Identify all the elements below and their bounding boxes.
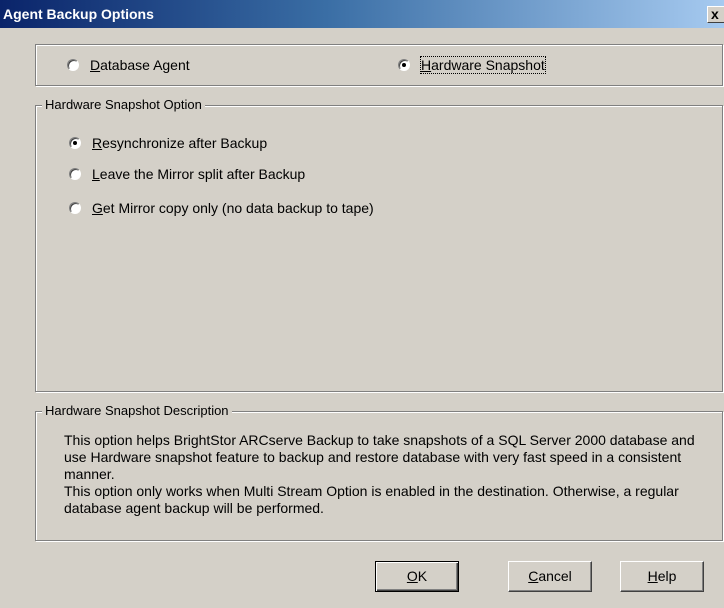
leave-mirror-split-label: Leave the Mirror split after Backup <box>92 166 306 182</box>
hardware-snapshot-description-group: Hardware Snapshot Description This optio… <box>35 403 723 541</box>
help-button[interactable]: Help <box>620 561 704 592</box>
description-paragraph-2: This option only works when Multi Stream… <box>64 483 679 516</box>
radio-selected-dot <box>402 63 406 67</box>
hardware-snapshot-description-legend: Hardware Snapshot Description <box>42 403 232 418</box>
resynchronize-after-backup-radio[interactable]: Resynchronize after Backup <box>69 135 267 151</box>
hardware-snapshot-option-group: Hardware Snapshot Option Resynchronize a… <box>35 97 723 392</box>
hardware-snapshot-option-legend: Hardware Snapshot Option <box>42 97 205 112</box>
radio-button[interactable] <box>69 137 81 149</box>
radio-button[interactable] <box>398 59 410 71</box>
get-mirror-copy-label: Get Mirror copy only (no data backup to … <box>92 200 374 216</box>
radio-selected-dot <box>73 141 77 145</box>
database-agent-label: Database Agent <box>90 57 190 73</box>
get-mirror-copy-only-radio[interactable]: Get Mirror copy only (no data backup to … <box>69 200 374 216</box>
radio-button[interactable] <box>69 202 81 214</box>
window-title: Agent Backup Options <box>3 6 154 22</box>
database-agent-radio[interactable]: Database Agent <box>67 57 190 73</box>
description-text: This option helps BrightStor ARCserve Ba… <box>64 432 714 517</box>
radio-button[interactable] <box>67 59 79 71</box>
radio-button[interactable] <box>69 168 81 180</box>
cancel-button[interactable]: Cancel <box>508 561 592 592</box>
close-button[interactable]: x <box>707 6 724 23</box>
title-bar[interactable]: Agent Backup Options x <box>0 0 724 28</box>
resynchronize-label: Resynchronize after Backup <box>92 135 268 151</box>
leave-mirror-split-radio[interactable]: Leave the Mirror split after Backup <box>69 166 305 182</box>
description-paragraph-1: This option helps BrightStor ARCserve Ba… <box>64 432 695 482</box>
agent-backup-options-dialog: Agent Backup Options x Database Agent Ha… <box>0 0 724 608</box>
ok-button[interactable]: OK <box>375 561 459 592</box>
hardware-snapshot-label: Hardware Snapshot <box>420 56 546 74</box>
hardware-snapshot-radio[interactable]: Hardware Snapshot <box>398 56 546 74</box>
agent-type-group: Database Agent Hardware Snapshot <box>35 44 723 86</box>
